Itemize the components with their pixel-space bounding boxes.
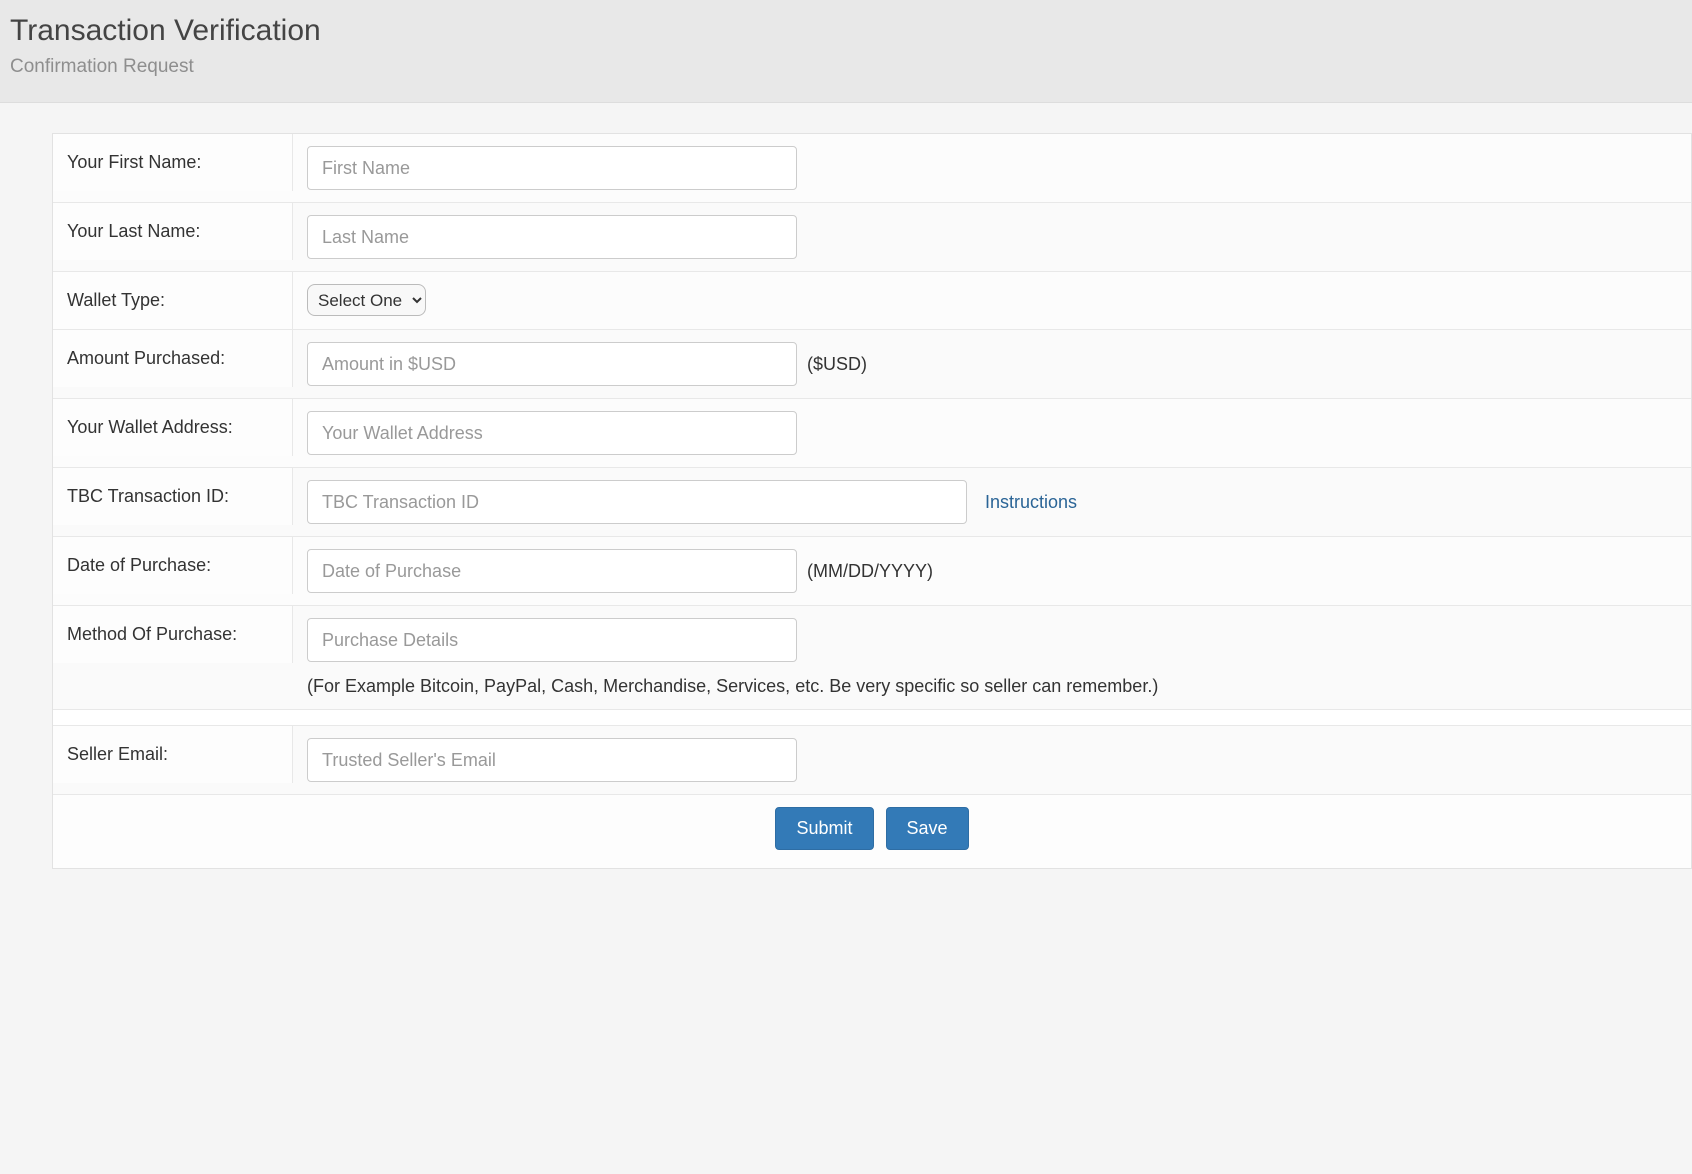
label-date-of-purchase: Date of Purchase: — [53, 537, 293, 594]
row-first-name: Your First Name: — [53, 134, 1691, 203]
label-amount-purchased: Amount Purchased: — [53, 330, 293, 387]
first-name-input[interactable] — [307, 146, 797, 190]
row-wallet-type: Wallet Type: Select One — [53, 272, 1691, 330]
page-subtitle: Confirmation Request — [10, 56, 1682, 78]
spacer — [53, 710, 1691, 726]
last-name-input[interactable] — [307, 215, 797, 259]
wallet-type-select[interactable]: Select One — [307, 284, 426, 316]
submit-button[interactable]: Submit — [775, 807, 873, 850]
method-of-purchase-input[interactable] — [307, 618, 797, 662]
row-amount-purchased: Amount Purchased: ($USD) — [53, 330, 1691, 399]
row-wallet-address: Your Wallet Address: — [53, 399, 1691, 468]
row-date-of-purchase: Date of Purchase: (MM/DD/YYYY) — [53, 537, 1691, 606]
date-of-purchase-input[interactable] — [307, 549, 797, 593]
amount-purchased-input[interactable] — [307, 342, 797, 386]
amount-purchased-suffix: ($USD) — [807, 354, 867, 375]
content-area: Your First Name: Your Last Name: Wallet … — [0, 103, 1692, 899]
button-row: Submit Save — [53, 795, 1691, 868]
label-method-of-purchase: Method Of Purchase: — [53, 606, 293, 663]
row-seller-email: Seller Email: — [53, 726, 1691, 795]
label-wallet-address: Your Wallet Address: — [53, 399, 293, 456]
tbc-transaction-id-input[interactable] — [307, 480, 967, 524]
row-last-name: Your Last Name: — [53, 203, 1691, 272]
date-of-purchase-suffix: (MM/DD/YYYY) — [807, 561, 933, 582]
label-wallet-type: Wallet Type: — [53, 272, 293, 329]
wallet-address-input[interactable] — [307, 411, 797, 455]
instructions-link[interactable]: Instructions — [985, 492, 1077, 513]
page-header: Transaction Verification Confirmation Re… — [0, 0, 1692, 103]
seller-email-input[interactable] — [307, 738, 797, 782]
page-title: Transaction Verification — [10, 14, 1682, 48]
save-button[interactable]: Save — [886, 807, 969, 850]
label-seller-email: Seller Email: — [53, 726, 293, 783]
form-panel: Your First Name: Your Last Name: Wallet … — [52, 133, 1692, 869]
method-of-purchase-help: (For Example Bitcoin, PayPal, Cash, Merc… — [307, 676, 1677, 697]
label-first-name: Your First Name: — [53, 134, 293, 191]
label-last-name: Your Last Name: — [53, 203, 293, 260]
row-tbc-transaction-id: TBC Transaction ID: Instructions — [53, 468, 1691, 537]
label-tbc-transaction-id: TBC Transaction ID: — [53, 468, 293, 525]
row-method-of-purchase: Method Of Purchase: (For Example Bitcoin… — [53, 606, 1691, 710]
